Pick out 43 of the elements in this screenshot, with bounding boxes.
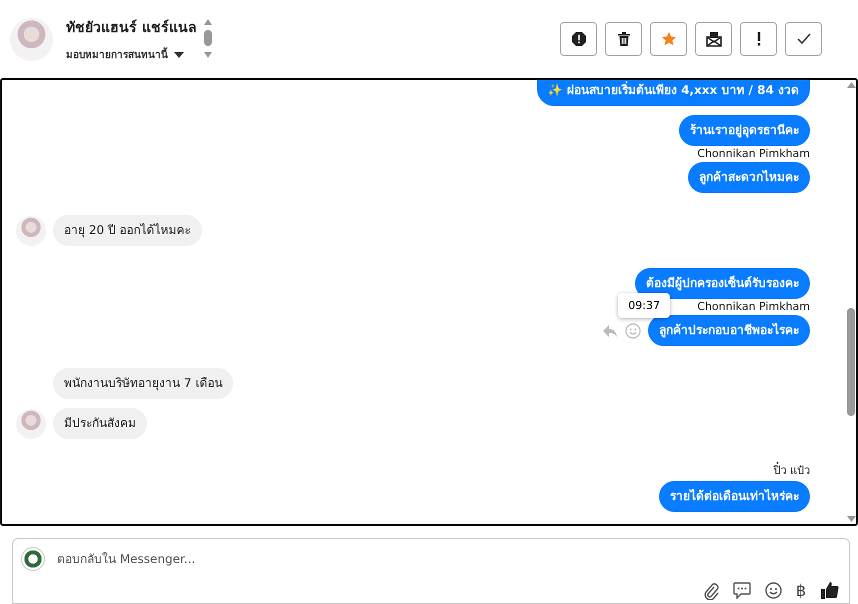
exclamation-icon: [756, 32, 760, 46]
star-icon: [660, 31, 676, 47]
reply-icon[interactable]: [602, 324, 618, 338]
message-bubble: ลูกค้าประกอบอาชีพอะไรคะ: [648, 315, 810, 346]
scroll-up-arrow-icon[interactable]: [846, 82, 856, 88]
scroll-down-arrow-icon[interactable]: [846, 516, 856, 522]
mail-button[interactable]: [695, 22, 732, 56]
block-button[interactable]: [560, 22, 597, 56]
message-bubble: ✨ ผ่อนสบายเริ่มต้นเพียง 4,xxx บาท / 84 งวด: [536, 80, 810, 106]
trash-icon: [616, 31, 630, 47]
assign-conversation-dropdown[interactable]: มอบหมายการสนทนานี้: [66, 47, 184, 62]
profile-avatar: [10, 18, 53, 60]
contact-avatar: [16, 216, 46, 246]
message-bubble: รายได้ต่อเดือนเท่าไหร่คะ: [659, 481, 810, 512]
thumbs-up-icon[interactable]: [820, 581, 839, 600]
contact-avatar: [16, 408, 46, 438]
message-bubble: พนักงานบริษัทอายุงาน 7 เดือน: [53, 368, 234, 399]
message-bubble: ลูกค้าสะดวกไหมคะ: [688, 162, 810, 193]
page-logo-icon: [21, 547, 45, 571]
checkmark-icon: [796, 33, 810, 45]
star-button[interactable]: [650, 22, 687, 56]
caret-icon: [174, 52, 184, 58]
trash-button[interactable]: [605, 22, 642, 56]
scroll-arrows-icon[interactable]: [202, 18, 213, 60]
sender-name: ปิ๋ว แป๋ว: [774, 461, 810, 479]
envelope-icon: [704, 31, 722, 47]
done-button[interactable]: [785, 22, 822, 56]
message-bubble: ต้องมีผู้ปกครองเซ็นต์รับรองคะ: [635, 268, 810, 299]
contact-name: ทัชยัวแฮนร์ แชร์แนล: [66, 18, 197, 38]
timestamp-tooltip: 09:37: [618, 293, 670, 318]
paperclip-icon[interactable]: [702, 582, 719, 600]
smiley-icon[interactable]: [764, 582, 782, 599]
payment-button[interactable]: ฿: [796, 581, 806, 600]
message-bubble: มีประกันสังคม: [53, 408, 147, 439]
message-bubble: ร้านเราอยู่อุดรธานีคะ: [679, 115, 810, 146]
reply-field[interactable]: ตอบกลับใน Messenger... ฿: [12, 538, 850, 604]
sender-name: Chonnikan Pimkham: [697, 300, 810, 313]
scrollbar-thumb[interactable]: [847, 308, 855, 416]
sender-name: Chonnikan Pimkham: [697, 147, 810, 160]
important-button[interactable]: [740, 22, 777, 56]
speech-bubble-icon[interactable]: [732, 582, 751, 599]
alert-octagon-icon: [570, 31, 586, 47]
message-bubble: อายุ 20 ปี ออกได้ไหมคะ: [53, 215, 202, 246]
